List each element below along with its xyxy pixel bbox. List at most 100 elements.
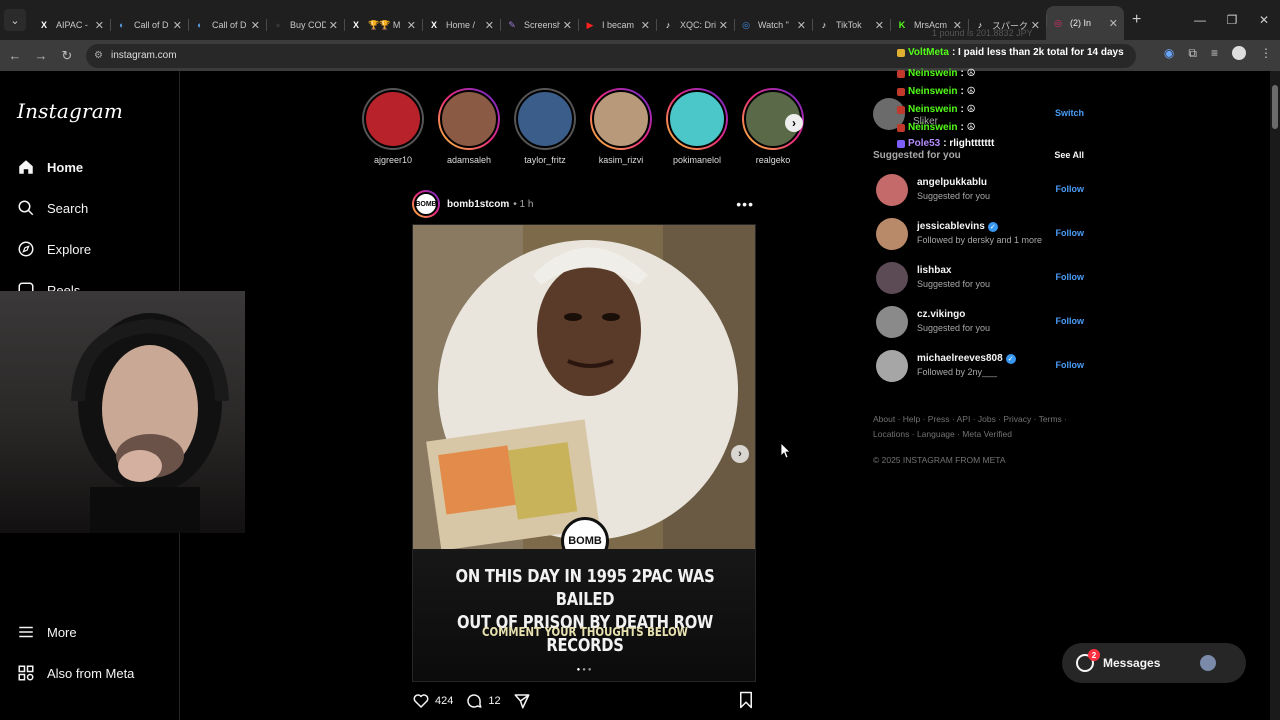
close-tab-icon[interactable]: ✕ (251, 19, 260, 32)
minimize-icon[interactable]: — (1184, 13, 1216, 27)
story-ring (666, 88, 728, 150)
nav-meta-label: Also from Meta (47, 665, 135, 681)
share-button[interactable] (513, 692, 536, 710)
browser-tab[interactable]: ♪ XQC: Dri ✕ (656, 10, 734, 40)
footer-links[interactable]: About · Help · Press · API · Jobs · Priv… (873, 412, 1073, 442)
story-item[interactable]: kasim_rizvi (588, 88, 654, 165)
close-tab-icon[interactable]: ✕ (173, 19, 182, 32)
browser-tab[interactable]: X Home / ✕ (422, 10, 500, 40)
suggestion-username: lishbax (917, 265, 952, 276)
scrollbar-thumb[interactable] (1272, 85, 1278, 129)
story-item[interactable]: ajgreer10 (360, 88, 426, 165)
suggestion-avatar[interactable] (876, 174, 908, 206)
suggestion-avatar[interactable] (876, 262, 908, 294)
nav-search[interactable]: Search (17, 199, 88, 217)
follow-button[interactable]: Follow (1056, 228, 1085, 238)
browser-tab[interactable]: ◐ Call of D ✕ (110, 10, 188, 40)
more-options-icon[interactable]: ••• (736, 196, 754, 212)
follow-button[interactable]: Follow (1056, 316, 1085, 326)
carousel-next-button[interactable]: › (731, 445, 749, 463)
browser-tab[interactable]: X AIPAC - ✕ (32, 10, 110, 40)
browser-menu-icon[interactable]: ⋮ (1260, 46, 1272, 61)
post-avatar[interactable]: BOMB (412, 190, 440, 218)
follow-button[interactable]: Follow (1056, 272, 1085, 282)
close-tab-icon[interactable]: ✕ (1109, 17, 1118, 30)
browser-tab[interactable]: X 🏆🏆 M ✕ (344, 10, 422, 40)
site-info-icon[interactable]: ⚙ (94, 50, 103, 61)
close-tab-icon[interactable]: ✕ (719, 19, 728, 32)
suggestion-username-row[interactable]: lishbax (917, 265, 951, 276)
close-window-icon[interactable]: ✕ (1248, 13, 1280, 27)
story-username: adamsaleh (446, 155, 492, 165)
chat-badge-icon (897, 48, 905, 57)
story-item[interactable]: adamsaleh (436, 88, 502, 165)
browser-tab[interactable]: ✎ Screensh ✕ (500, 10, 578, 40)
browser-tab[interactable]: ◎ (2) In ✕ (1046, 6, 1124, 40)
close-tab-icon[interactable]: ✕ (95, 19, 104, 32)
suggestion-avatar[interactable] (876, 306, 908, 338)
follow-button[interactable]: Follow (1056, 184, 1085, 194)
messages-label: Messages (1103, 656, 1161, 670)
reload-icon[interactable]: ↻ (56, 48, 78, 64)
suggestion-username-row[interactable]: jessicablevins ✓ (917, 221, 998, 232)
comment-button[interactable]: 12 (465, 692, 501, 710)
back-icon[interactable]: ← (4, 48, 26, 63)
switch-account-link[interactable]: Switch (1055, 108, 1084, 118)
suggestion-item: jessicablevins ✓ Followed by dersky and 1… (873, 216, 1084, 252)
nav-more[interactable]: More (17, 623, 77, 641)
suggestion-avatar[interactable] (876, 350, 908, 382)
cast-icon[interactable]: ◉ (1164, 46, 1174, 61)
browser-tab[interactable]: ● Buy COD ✕ (266, 10, 344, 40)
close-tab-icon[interactable]: ✕ (875, 19, 884, 32)
tab-search-button[interactable]: ⌄ (4, 9, 26, 31)
see-all-link[interactable]: See All (1054, 150, 1084, 161)
x-icon: X (352, 20, 359, 30)
new-tab-button[interactable]: + (1132, 11, 1141, 29)
suggestion-avatar[interactable] (876, 218, 908, 250)
steam-icon: ◐ (197, 20, 203, 30)
story-item[interactable]: pokimanelol (664, 88, 730, 165)
suggestion-username-row[interactable]: michaelreeves808 ✓ (917, 353, 1016, 364)
suggestion-username-row[interactable]: cz.vikingo (917, 309, 965, 320)
nav-also-from-meta[interactable]: Also from Meta (17, 664, 134, 682)
tiktok-icon: ♪ (665, 20, 671, 30)
browser-tab[interactable]: ♪ TikTok ✕ (812, 10, 890, 40)
bookmark-icon (740, 691, 752, 708)
close-tab-icon[interactable]: ✕ (485, 19, 494, 32)
messages-button[interactable]: 2 Messages (1062, 643, 1246, 683)
post-media[interactable]: BOMB ON THIS DAY IN 1995 2PAC WAS BAILED… (412, 224, 756, 682)
carousel-dot: ● (587, 667, 594, 673)
stories-next-button[interactable]: › (785, 114, 803, 132)
story-avatar (516, 90, 574, 148)
save-button[interactable] (738, 691, 754, 712)
like-button[interactable]: 424 (412, 692, 453, 710)
page-scrollbar[interactable] (1270, 71, 1280, 720)
restore-icon[interactable]: ❐ (1216, 13, 1248, 27)
extensions-icon[interactable]: ⧉ (1188, 46, 1197, 61)
post-timestamp: • 1 h (513, 198, 534, 210)
story-avatar (668, 90, 726, 148)
browser-tab[interactable]: ▶ I becam ✕ (578, 10, 656, 40)
forward-icon[interactable]: → (30, 48, 52, 63)
close-tab-icon[interactable]: ✕ (407, 19, 416, 32)
story-item[interactable]: taylor_fritz (512, 88, 578, 165)
suggestion-username-row[interactable]: angelpukkablu (917, 177, 987, 188)
close-tab-icon[interactable]: ✕ (641, 19, 650, 32)
tab-title: 🏆🏆 M (368, 19, 401, 30)
story-ring (438, 88, 500, 150)
profile-icon[interactable] (1232, 46, 1246, 60)
x-icon: X (430, 20, 437, 30)
post-username[interactable]: bomb1stcom (447, 199, 509, 210)
media-control-icon[interactable]: ≡ (1211, 46, 1218, 61)
nav-home[interactable]: Home (17, 158, 83, 176)
close-tab-icon[interactable]: ✕ (329, 19, 338, 32)
instagram-logo[interactable]: Instagram (17, 99, 123, 123)
nav-explore[interactable]: Explore (17, 240, 91, 258)
browser-tab[interactable]: ◎ Watch " ✕ (734, 10, 812, 40)
github-icon: ● (275, 20, 281, 30)
chat-username: Neinswein (908, 122, 958, 133)
browser-tab[interactable]: ◐ Call of D ✕ (188, 10, 266, 40)
follow-button[interactable]: Follow (1056, 360, 1085, 370)
close-tab-icon[interactable]: ✕ (563, 19, 572, 32)
close-tab-icon[interactable]: ✕ (797, 19, 806, 32)
